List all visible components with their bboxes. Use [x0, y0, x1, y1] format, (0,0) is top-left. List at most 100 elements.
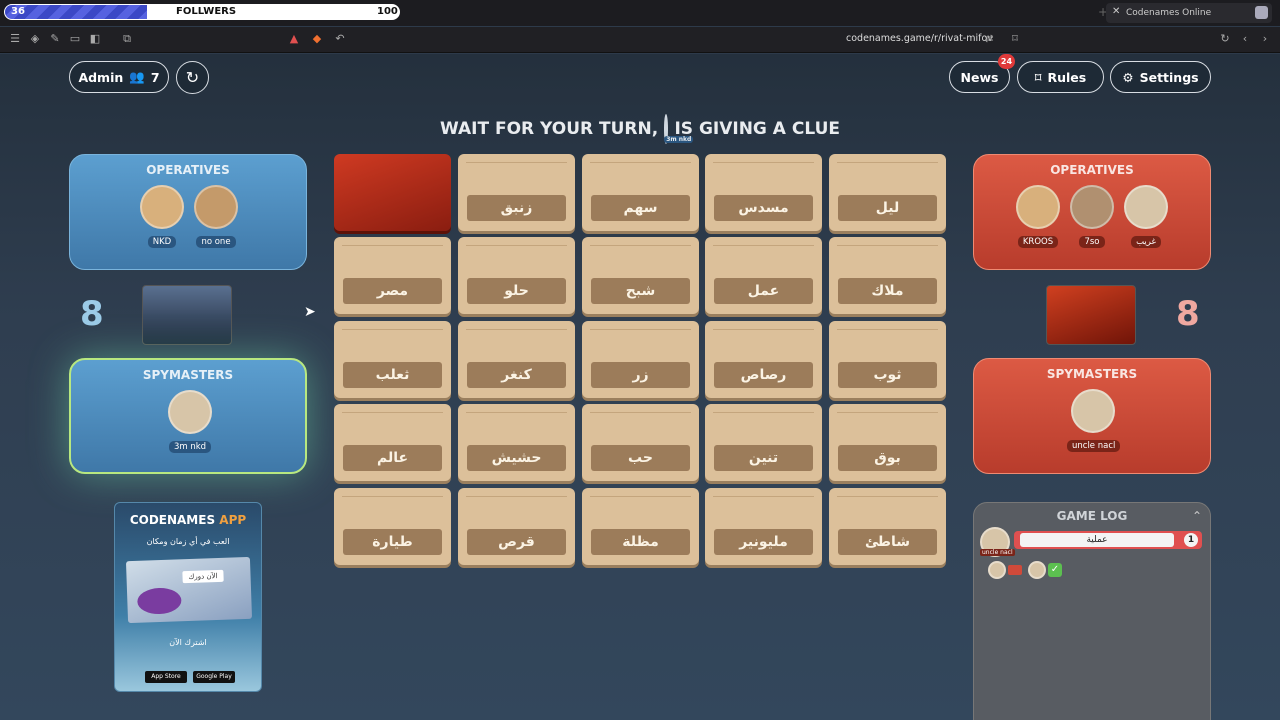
word-card[interactable]: زر — [582, 321, 699, 398]
card-word: طيارة — [343, 529, 442, 555]
card-word: قرص — [467, 529, 566, 555]
sidebar-icon[interactable]: ◧ — [88, 32, 102, 46]
screenshot-icon[interactable]: ⧉ — [120, 32, 134, 46]
window-icon[interactable]: ▭ — [68, 32, 82, 46]
promo-title-main: CODENAMES — [129, 513, 216, 527]
browser-toolbar: ☰ ◈ ✎ ▭ ◧ ⧉ ▲ ◆ ↶ codenames.game/r/rivat… — [0, 27, 1280, 53]
settings-button[interactable]: ⚙ Settings — [1110, 61, 1211, 93]
news-button[interactable]: News 24 — [949, 54, 1015, 93]
log-player-name: uncle nacl — [980, 549, 1015, 556]
card-word: شبح — [591, 278, 690, 304]
word-card[interactable]: حلو — [458, 237, 575, 314]
word-card[interactable]: ثوب — [829, 321, 946, 398]
google-play-button[interactable]: Google Play — [193, 671, 235, 683]
red-spymasters-title: SPYMASTERS — [1046, 367, 1138, 381]
card-word: ليل — [838, 195, 937, 221]
word-card[interactable]: مسدس — [705, 154, 822, 231]
app-promo-banner[interactable]: CODENAMES APP العب في أي زمان ومكان الآن… — [114, 502, 262, 692]
status-left: WAIT FOR YOUR TURN, — [440, 119, 659, 139]
word-card[interactable]: شبح — [582, 237, 699, 314]
card-word: سهم — [591, 195, 690, 221]
reload-icon[interactable]: ↻ — [1218, 32, 1232, 46]
red-operatives-title: OPERATIVES — [1050, 163, 1134, 177]
word-card[interactable]: رصاص — [705, 321, 822, 398]
card-word: مليونير — [714, 529, 813, 555]
admin-button[interactable]: Admin 👥 7 — [69, 61, 169, 93]
avatar — [1070, 185, 1114, 229]
log-guess-row: ✓ — [988, 561, 1078, 581]
forward-icon[interactable]: › — [1258, 32, 1272, 46]
word-card[interactable]: شاطئ — [829, 488, 946, 565]
brush-icon[interactable]: ✎ — [48, 32, 62, 46]
rules-button[interactable]: ⌑ Rules — [1017, 61, 1104, 93]
reset-game-button[interactable]: ↻ — [176, 61, 209, 94]
word-card[interactable]: عمل — [705, 237, 822, 314]
word-card[interactable]: مصر — [334, 237, 451, 314]
avatar — [140, 185, 184, 229]
blue-operatives-title: OPERATIVES — [146, 163, 230, 177]
word-card[interactable]: ملاك — [829, 237, 946, 314]
followers-label: FOLLWERS — [176, 6, 237, 17]
card-word: عالم — [343, 445, 442, 471]
card-word: ثوب — [838, 362, 937, 388]
shield-icon[interactable]: ◈ — [28, 32, 42, 46]
red-operative[interactable]: غريب — [1120, 185, 1172, 248]
address-bar[interactable]: codenames.game/r/rivat-mifov — [846, 33, 993, 44]
game-log-panel: GAME LOG ⌃ uncle nacl عملية 1 ✓ — [973, 502, 1211, 720]
card-word: ثعلب — [343, 362, 442, 388]
word-card[interactable]: تنين — [705, 404, 822, 481]
card-word: زنبق — [467, 195, 566, 221]
card-word: حشيش — [467, 445, 566, 471]
player-name: KROOS — [1017, 236, 1059, 248]
blue-spymasters-panel: SPYMASTERS 3m nkd — [69, 358, 307, 474]
word-card[interactable]: بوق — [829, 404, 946, 481]
game-log-title: GAME LOG — [1056, 509, 1128, 523]
blue-spymaster-card-image — [142, 285, 232, 345]
card-word: رصاص — [714, 362, 813, 388]
word-card[interactable]: ثعلب — [334, 321, 451, 398]
card-word: تنين — [714, 445, 813, 471]
menu-icon[interactable]: ☰ — [8, 32, 22, 46]
word-card[interactable]: مليونير — [705, 488, 822, 565]
word-card[interactable]: سهم — [582, 154, 699, 231]
word-card[interactable]: عالم — [334, 404, 451, 481]
red-spymaster[interactable]: uncle nacl — [1067, 389, 1121, 452]
red-spymasters-panel: SPYMASTERS uncle nacl — [973, 358, 1211, 474]
red-operative[interactable]: KROOS — [1012, 185, 1064, 248]
card-word: مصر — [343, 278, 442, 304]
clue-word: عملية — [1020, 533, 1174, 547]
word-card[interactable]: كنغر — [458, 321, 575, 398]
warning-icon[interactable]: ▲ — [287, 32, 301, 46]
red-operative[interactable]: 7so — [1066, 185, 1118, 248]
browser-tab[interactable]: ✕ Codenames Online — [1106, 3, 1272, 23]
avatar — [988, 561, 1006, 579]
check-icon: ✓ — [1048, 563, 1062, 577]
rules-label: Rules — [1047, 69, 1087, 85]
promo-title-accent: APP — [219, 513, 247, 527]
blue-spymaster[interactable]: 3m nkd — [164, 390, 216, 453]
card-word: مسدس — [714, 195, 813, 221]
word-card[interactable]: حب — [582, 404, 699, 481]
clue-bar: عملية 1 — [1014, 531, 1202, 549]
player-count: 7 — [150, 69, 160, 85]
profile-icon[interactable] — [1255, 6, 1268, 19]
app-store-button[interactable]: App Store — [145, 671, 187, 683]
tab-title: Codenames Online — [1126, 8, 1212, 18]
undo-icon[interactable]: ↶ — [333, 32, 347, 46]
bookmark-icon[interactable]: ⌑ — [1008, 32, 1022, 46]
share-icon[interactable]: ⇄ — [982, 32, 996, 46]
avatar — [1071, 389, 1115, 433]
status-right: IS GIVING A CLUE — [674, 119, 840, 139]
brave-shield-icon[interactable]: ◆ — [310, 32, 324, 46]
collapse-icon[interactable]: ⌃ — [1192, 509, 1202, 523]
word-card[interactable]: ليل — [829, 154, 946, 231]
word-card[interactable]: حشيش — [458, 404, 575, 481]
word-card[interactable]: مظلة — [582, 488, 699, 565]
blue-operative[interactable]: NKD — [136, 185, 188, 248]
word-card[interactable]: زنبق — [458, 154, 575, 231]
close-tab-icon[interactable]: ✕ — [1112, 6, 1120, 17]
word-card[interactable]: طيارة — [334, 488, 451, 565]
back-icon[interactable]: ‹ — [1238, 32, 1252, 46]
blue-operative[interactable]: no one — [190, 185, 242, 248]
word-card[interactable]: قرص — [458, 488, 575, 565]
